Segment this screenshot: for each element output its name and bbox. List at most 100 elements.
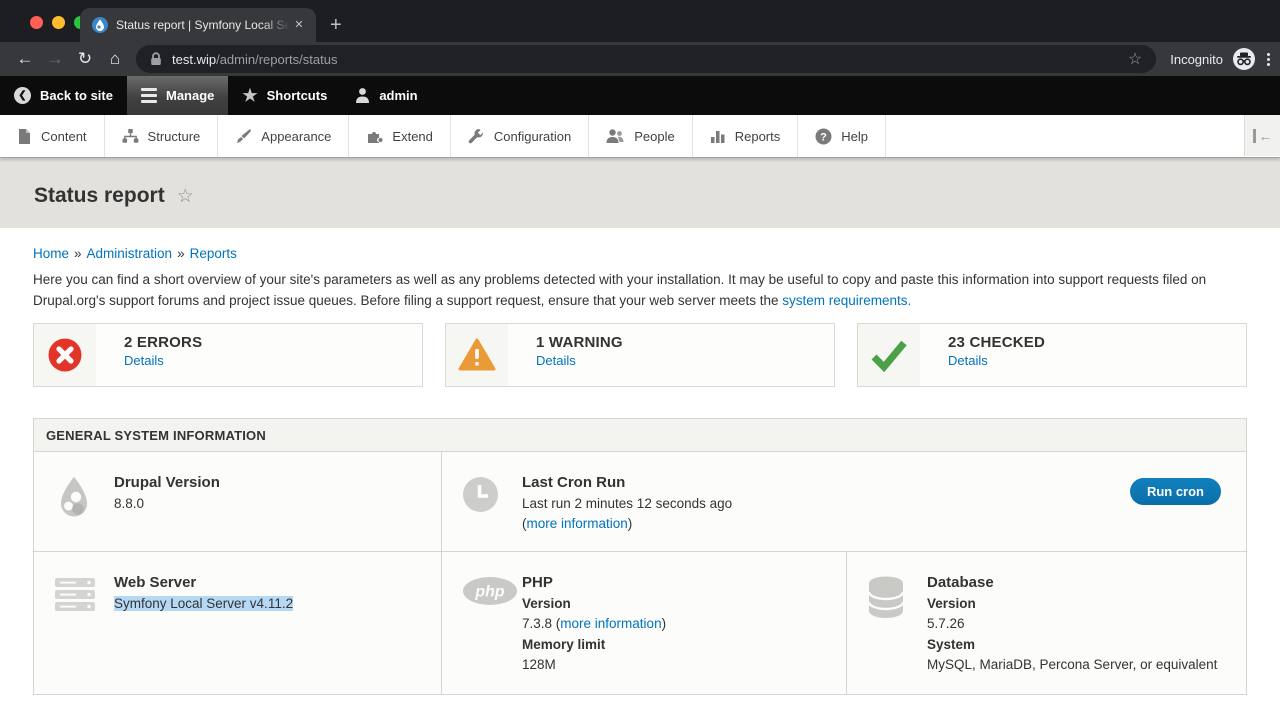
warning-count: 1 WARNING [536, 334, 623, 351]
breadcrumb-separator: » [74, 246, 82, 261]
server-glyph [54, 576, 96, 613]
last-cron-run-value: Last run 2 minutes 12 seconds ago [522, 494, 732, 514]
last-cron-run-title: Last Cron Run [522, 474, 732, 491]
window-minimize-button[interactable] [52, 16, 65, 29]
browser-tab[interactable]: Status report | Symfony Local Se ✕ [80, 8, 316, 42]
tab-close-icon[interactable]: ✕ [290, 16, 308, 34]
error-details-link[interactable]: Details [124, 353, 164, 368]
collapse-arrow-icon: ← [1259, 128, 1273, 144]
menu-item-label: Content [41, 129, 87, 144]
back-to-site-button[interactable]: ❮ Back to site [0, 76, 127, 115]
status-card-warnings: 1 WARNING Details [445, 323, 835, 387]
last-cron-run-cell: Last Cron Run Last run 2 minutes 12 seco… [441, 452, 1246, 551]
admin-user-tab[interactable]: admin [341, 76, 431, 115]
database-glyph [867, 576, 905, 618]
drupal-version-value: 8.8.0 [114, 494, 220, 514]
menu-item-label: Configuration [494, 129, 571, 144]
database-system-value: MySQL, MariaDB, Percona Server, or equiv… [927, 655, 1217, 675]
bookmark-star-icon[interactable]: ☆ [1124, 49, 1146, 69]
drupal-drop-glyph [54, 476, 94, 521]
wrench-icon [468, 128, 485, 144]
menu-item-label: People [634, 129, 674, 144]
lock-icon [148, 51, 164, 67]
menu-item-appearance[interactable]: Appearance [218, 115, 349, 157]
php-cell: php PHP Version 7.3.8 (more information)… [441, 552, 846, 694]
status-card-errors: 2 ERRORS Details [33, 323, 423, 387]
toolbar-collapse-button[interactable]: ← [1244, 115, 1280, 156]
help-icon: ? [815, 128, 832, 145]
forward-icon[interactable]: → [40, 45, 70, 73]
svg-text:php: php [474, 584, 505, 601]
php-glyph: php [462, 576, 518, 606]
reload-icon[interactable]: ↻ [70, 45, 100, 73]
page-content: Home»Administration»Reports Here you can… [0, 246, 1280, 695]
status-summary-cards: 2 ERRORS Details 1 WARNING Details [33, 323, 1247, 387]
incognito-label: Incognito [1170, 52, 1223, 67]
menu-item-people[interactable]: People [589, 115, 692, 157]
menu-item-configuration[interactable]: Configuration [451, 115, 589, 157]
php-version-number: 7.3.8 [522, 616, 556, 631]
favorite-star-icon[interactable]: ☆ [177, 185, 194, 208]
warning-details-link[interactable]: Details [536, 353, 576, 368]
database-system-label: System [927, 635, 1217, 655]
menu-item-content[interactable]: Content [0, 115, 105, 157]
menu-item-label: Reports [735, 129, 781, 144]
system-info-row-1: Drupal Version 8.8.0 Last Cron Run Last … [34, 452, 1246, 551]
browser-toolbar: ← → ↻ ⌂ test.wip/admin/reports/status ☆ … [0, 42, 1280, 76]
menu-item-structure[interactable]: Structure [105, 115, 219, 157]
document-icon [17, 128, 32, 145]
admin-user-label: admin [379, 88, 417, 103]
web-server-title: Web Server [114, 574, 293, 591]
page-header: Status report ☆ [0, 158, 1280, 228]
checked-details-link[interactable]: Details [948, 353, 988, 368]
drupal-admin-toolbar: ❮ Back to site Manage ★ Shortcuts admin [0, 76, 1280, 115]
menu-item-help[interactable]: ? Help [798, 115, 886, 157]
shortcuts-tab[interactable]: ★ Shortcuts [228, 76, 341, 115]
tab-title: Status report | Symfony Local Se [116, 18, 290, 32]
menu-item-extend[interactable]: Extend [349, 115, 450, 157]
url-text: test.wip/admin/reports/status [172, 52, 1124, 67]
menu-item-reports[interactable]: Reports [693, 115, 799, 157]
drupal-version-cell: Drupal Version 8.8.0 [34, 452, 441, 551]
drupal-logo-icon [54, 474, 114, 551]
php-version-label: Version [522, 594, 666, 614]
php-memory-limit-value: 128M [522, 655, 666, 675]
home-icon[interactable]: ⌂ [100, 45, 130, 73]
error-icon-cell [34, 324, 96, 386]
shortcuts-label: Shortcuts [267, 88, 328, 103]
database-title: Database [927, 574, 1217, 591]
paren: ) [628, 516, 633, 531]
user-icon [355, 87, 370, 104]
cron-more-information: (more information) [522, 514, 732, 534]
database-cell: Database Version 5.7.26 System MySQL, Ma… [846, 552, 1246, 694]
breadcrumb-link-administration[interactable]: Administration [87, 246, 173, 261]
manage-tab[interactable]: Manage [127, 76, 228, 115]
url-host: test.wip [172, 52, 216, 67]
breadcrumb-link-reports[interactable]: Reports [190, 246, 237, 261]
php-memory-limit-label: Memory limit [522, 635, 666, 655]
svg-text:?: ? [820, 131, 827, 143]
clock-icon [462, 474, 522, 551]
back-icon[interactable]: ← [10, 45, 40, 73]
php-more-information-link[interactable]: more information [560, 616, 661, 631]
manage-label: Manage [166, 88, 214, 103]
url-path: /admin/reports/status [216, 52, 337, 67]
cron-more-information-link[interactable]: more information [527, 516, 628, 531]
address-bar[interactable]: test.wip/admin/reports/status ☆ [136, 45, 1156, 73]
system-info-row-2: Web Server Symfony Local Server v4.11.2 … [34, 551, 1246, 694]
php-logo-icon: php [462, 574, 522, 694]
run-cron-button[interactable]: Run cron [1130, 478, 1221, 505]
incognito-icon [1233, 48, 1255, 70]
system-requirements-link[interactable]: system requirements. [782, 293, 911, 308]
breadcrumb-link-home[interactable]: Home [33, 246, 69, 261]
checked-count: 23 CHECKED [948, 334, 1045, 351]
drupal-menu-bar: Content Structure Appearance Extend Conf… [0, 115, 1280, 158]
new-tab-button[interactable]: + [330, 15, 342, 35]
php-title: PHP [522, 574, 666, 591]
intro-paragraph: Here you can find a short overview of yo… [33, 269, 1247, 311]
manage-menu-icon [141, 88, 157, 103]
window-close-button[interactable] [30, 16, 43, 29]
window-controls [30, 16, 87, 29]
shortcuts-star-icon: ★ [242, 86, 257, 106]
browser-menu-icon[interactable] [1267, 53, 1270, 66]
